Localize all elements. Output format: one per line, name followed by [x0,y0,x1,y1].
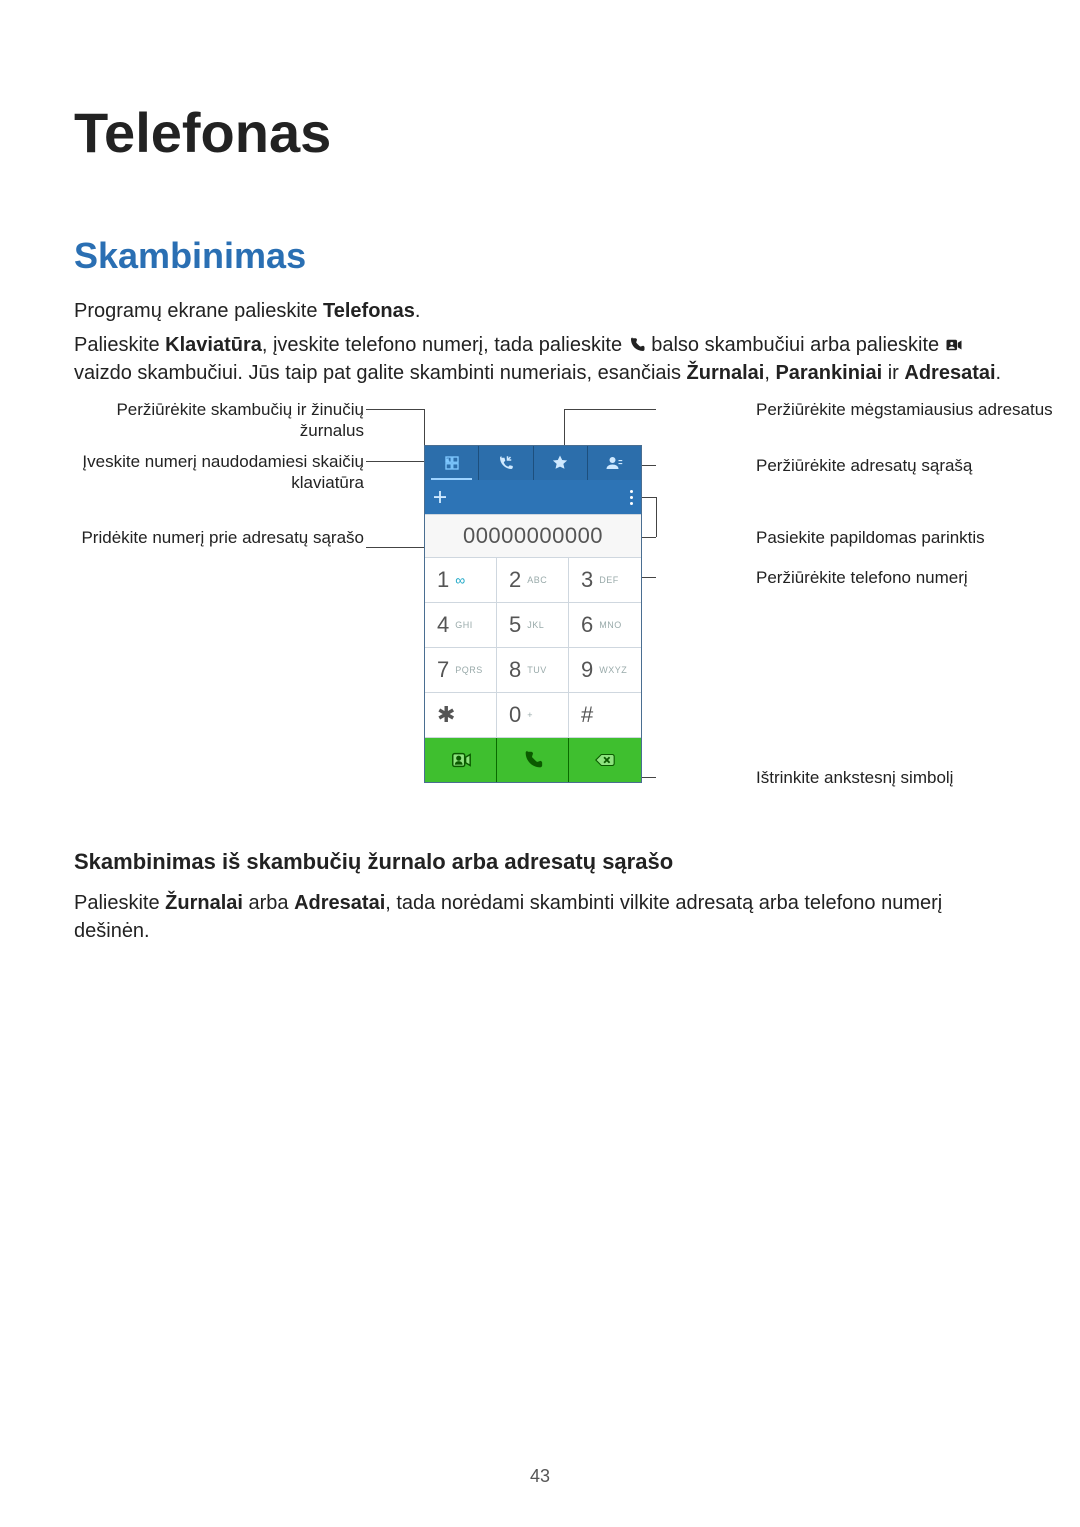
paragraph-2: Palieskite Klaviatūra, įveskite telefono… [74,331,1006,387]
paragraph-3: Palieskite Žurnalai arba Adresatai, tada… [74,889,1006,945]
callout-logs: Peržiūrėkite skambučių ir žinučių žurnal… [74,399,364,442]
key-2[interactable]: 2ABC [497,558,569,603]
number-display: 00000000000 [425,514,641,558]
key-star[interactable]: ✱ [425,693,497,738]
paragraph-1: Programų ekrane palieskite Telefonas. [74,297,1006,325]
add-contact-button[interactable] [431,488,449,506]
call-button[interactable] [497,738,569,782]
key-0[interactable]: 0+ [497,693,569,738]
keypad: 1∞ 2ABC 3DEF 4GHI 5JKL 6MNO 7PQRS 8TUV 9… [425,558,641,738]
backspace-button[interactable] [569,738,641,782]
tab-keypad[interactable]: 1 [425,446,479,480]
action-row [425,738,641,782]
callout-backspace: Ištrinkite ankstesnį simbolį [756,767,1056,788]
callout-add: Pridėkite numerį prie adresatų sąrašo [74,527,364,548]
document-page: Telefonas Skambinimas Programų ekrane pa… [0,0,1080,1527]
key-4[interactable]: 4GHI [425,603,497,648]
page-number: 43 [0,1466,1080,1487]
tab-favorites[interactable] [534,446,588,480]
key-8[interactable]: 8TUV [497,648,569,693]
voicemail-icon: ∞ [455,572,465,588]
dialer-tabs: 1 [425,446,641,480]
callout-contacts: Peržiūrėkite adresatų sąrašą [756,455,1056,476]
callout-fav: Peržiūrėkite mėgstamiausius adresatus [756,399,1056,420]
callout-number: Peržiūrėkite telefono numerį [756,567,1056,588]
dialer-mock: 1 [424,445,642,783]
key-hash[interactable]: # [569,693,641,738]
add-to-contacts-bar [425,480,641,514]
video-call-button[interactable] [425,738,497,782]
tab-logs[interactable] [479,446,533,480]
page-title: Telefonas [74,100,1006,165]
key-5[interactable]: 5JKL [497,603,569,648]
phone-icon [628,334,646,352]
dialer-diagram: Peržiūrėkite skambučių ir žinučių žurnal… [74,399,1006,819]
tab-contacts[interactable] [588,446,641,480]
key-7[interactable]: 7PQRS [425,648,497,693]
key-9[interactable]: 9WXYZ [569,648,641,693]
more-options-button[interactable] [630,490,635,505]
key-1[interactable]: 1∞ [425,558,497,603]
subsection-heading: Skambinimas iš skambučių žurnalo arba ad… [74,849,1006,875]
key-3[interactable]: 3DEF [569,558,641,603]
section-heading: Skambinimas [74,235,1006,277]
video-call-inline-icon [945,334,963,352]
callout-keypad: Įveskite numerį naudodamiesi skaičių kla… [74,451,364,494]
key-6[interactable]: 6MNO [569,603,641,648]
callout-more: Pasiekite papildomas parinktis [756,527,1056,548]
svg-text:1: 1 [446,459,448,463]
